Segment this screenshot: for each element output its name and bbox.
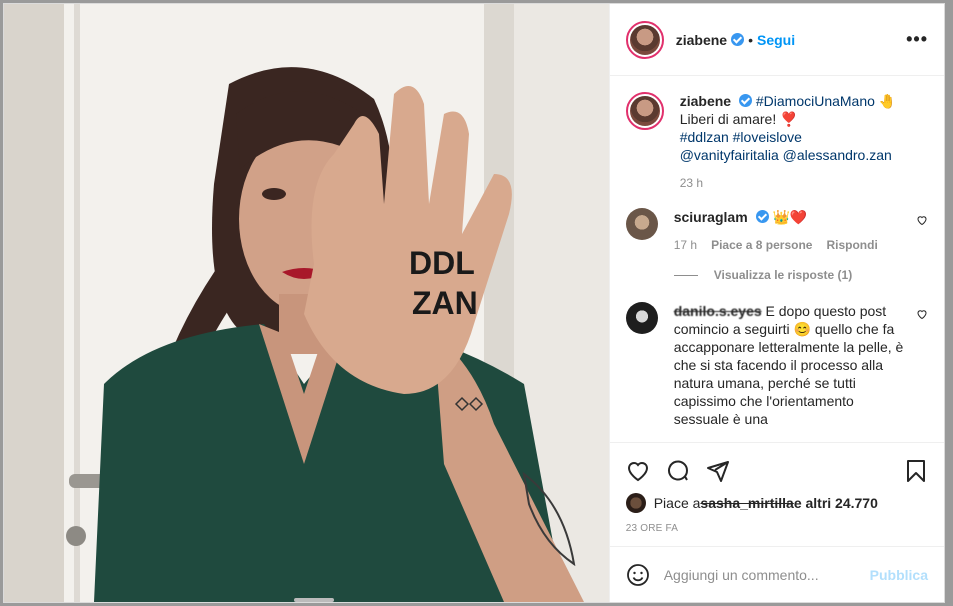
post-header: ziabene • Segui ••• bbox=[609, 4, 944, 76]
view-replies-button[interactable]: Visualizza le risposte (1) bbox=[673, 268, 928, 282]
comment-like-heart-icon[interactable] bbox=[916, 214, 928, 226]
liker-avatar[interactable] bbox=[625, 493, 646, 513]
commenter-avatar[interactable] bbox=[625, 208, 658, 240]
verified-badge-icon bbox=[731, 33, 745, 46]
author-username[interactable]: ziabene bbox=[676, 32, 727, 48]
share-icon[interactable] bbox=[706, 459, 730, 483]
photo-scroll-indicator bbox=[294, 598, 334, 602]
caption-avatar[interactable] bbox=[625, 92, 664, 130]
comment-icon[interactable] bbox=[666, 459, 690, 483]
smiley-icon[interactable] bbox=[626, 563, 650, 587]
separator-dot: • bbox=[748, 31, 753, 48]
caption-hashtags[interactable]: #ddlzan #loveislove bbox=[680, 129, 802, 145]
post-actions: Piace a sasha_mirtilla e altri 24.770 23… bbox=[609, 442, 944, 546]
post-side-panel: ziabene • Segui ••• ziabene #DiamociUnaM… bbox=[608, 4, 944, 602]
comment-item: sciuraglam 👑❤️ 17 h Piace a 8 persone Ri… bbox=[625, 208, 928, 254]
hand-emoji: 🤚 bbox=[878, 93, 897, 109]
caption: ziabene #DiamociUnaMano 🤚 Liberi di amar… bbox=[625, 92, 928, 192]
author-avatar[interactable] bbox=[625, 20, 664, 59]
comment-time[interactable]: 17 h bbox=[674, 236, 697, 254]
liker-username[interactable]: sasha_mirtilla bbox=[700, 495, 793, 511]
hand-text-line1: DDL bbox=[409, 245, 475, 281]
caption-time[interactable]: 23 h bbox=[680, 174, 703, 192]
caption-username[interactable]: ziabene bbox=[680, 93, 731, 109]
commenter-avatar[interactable] bbox=[625, 302, 658, 334]
heart-emoji: ❣️ bbox=[780, 111, 798, 127]
comment-item: danilo.s.eyes E dopo questo post cominci… bbox=[625, 302, 928, 428]
more-options-icon[interactable]: ••• bbox=[906, 29, 928, 50]
comment-text: 👑❤️ bbox=[772, 209, 808, 225]
likes-summary[interactable]: Piace a sasha_mirtilla e altri 24.770 bbox=[625, 493, 928, 513]
caption-text: Liberi di amare! bbox=[679, 111, 777, 127]
view-replies-label[interactable]: Visualizza le risposte (1) bbox=[714, 268, 853, 282]
hand-text-line2: ZAN bbox=[412, 285, 478, 321]
commenter-username[interactable]: danilo.s.eyes bbox=[674, 303, 762, 319]
follow-button[interactable]: Segui bbox=[757, 32, 795, 48]
comment-likes[interactable]: Piace a 8 persone bbox=[711, 236, 812, 254]
publish-button[interactable]: Pubblica bbox=[870, 567, 928, 583]
replies-line bbox=[673, 274, 698, 276]
add-comment-bar: Pubblica bbox=[609, 546, 944, 602]
comment-text: E dopo questo post comincio a seguirti 😊… bbox=[673, 303, 904, 427]
post-photo[interactable]: DDL ZAN bbox=[4, 4, 609, 602]
caption-mentions[interactable]: @vanityfairitalia @alessandro.zan bbox=[680, 147, 892, 163]
comment-like-heart-icon[interactable] bbox=[916, 308, 928, 320]
bookmark-icon[interactable] bbox=[904, 459, 928, 483]
heart-icon[interactable] bbox=[626, 459, 650, 483]
likes-prefix: Piace a bbox=[653, 495, 701, 511]
verified-badge-icon bbox=[755, 210, 769, 223]
post-window: DDL ZAN ziabene • Segui ••• ziabene #Dia… bbox=[3, 3, 945, 603]
post-time[interactable]: 23 ORE FA bbox=[626, 523, 928, 534]
caption-hashtag[interactable]: #DiamociUnaMano bbox=[756, 93, 875, 109]
commenter-username[interactable]: sciuraglam bbox=[674, 209, 748, 225]
photo-illustration: DDL ZAN bbox=[4, 4, 609, 602]
likes-count[interactable]: e altri 24.770 bbox=[794, 495, 878, 511]
verified-badge-icon bbox=[738, 94, 752, 107]
reply-button[interactable]: Rispondi bbox=[826, 236, 877, 254]
comment-input[interactable] bbox=[663, 566, 870, 583]
comments-list[interactable]: ziabene #DiamociUnaMano 🤚 Liberi di amar… bbox=[610, 76, 944, 442]
